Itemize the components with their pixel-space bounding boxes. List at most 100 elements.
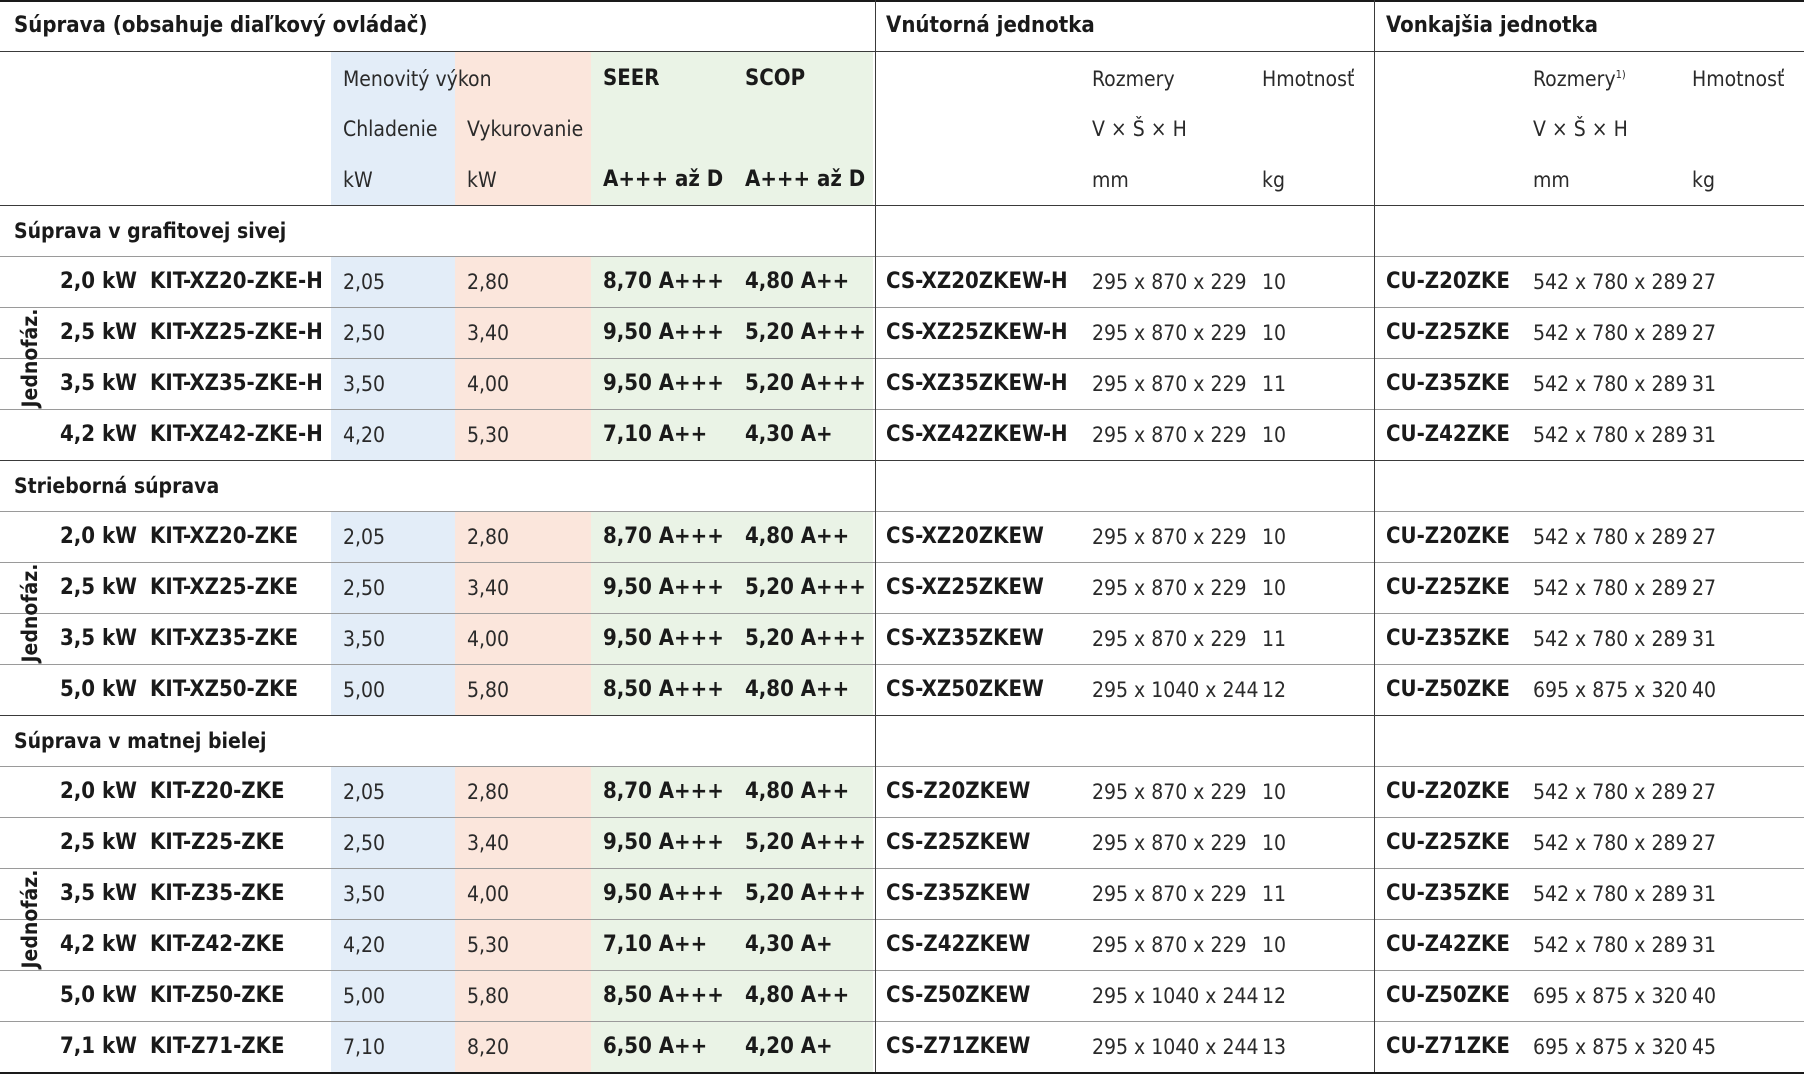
cooling-value: 3,50 xyxy=(343,882,386,906)
outdoor-model-cell: CU-Z20ZKE xyxy=(1386,524,1510,549)
outdoor-weight-unit: kg xyxy=(1692,168,1715,192)
outdoor-model-cell: CU-Z25ZKE xyxy=(1386,830,1510,855)
scop-value: 4,30 A+ xyxy=(745,422,833,447)
footnote-marker: 1) xyxy=(1615,68,1626,81)
indoor-weight-value: 10 xyxy=(1262,270,1287,294)
scop-value: 5,20 A+++ xyxy=(745,320,866,345)
kit-model-cell: KIT-XZ50-ZKE xyxy=(150,677,298,702)
cooling-unit: kW xyxy=(343,168,373,192)
indoor-dims-formula: V × Š × H xyxy=(1092,117,1187,141)
outdoor-weight-value: 45 xyxy=(1692,1035,1717,1059)
outdoor-weight-value: 31 xyxy=(1692,627,1717,651)
outdoor-model-cell: CU-Z71ZKE xyxy=(1386,1034,1510,1059)
kit-model-cell: KIT-XZ35-ZKE-H xyxy=(150,371,323,396)
indoor-model-cell: CS-Z35ZKEW xyxy=(886,881,1031,906)
indoor-dimensions-value: 295 x 870 x 229 xyxy=(1092,423,1247,447)
outdoor-weight-value: 27 xyxy=(1692,780,1717,804)
outdoor-weight-value: 40 xyxy=(1692,984,1717,1008)
outdoor-dimensions-value: 542 x 780 x 289 xyxy=(1533,576,1688,600)
indoor-model-cell: CS-XZ20ZKEW xyxy=(886,524,1044,549)
cooling-value: 2,50 xyxy=(343,321,386,345)
indoor-model-cell: CS-Z20ZKEW xyxy=(886,779,1031,804)
outdoor-model-cell: CU-Z42ZKE xyxy=(1386,422,1510,447)
seer-value: 8,70 A+++ xyxy=(603,524,724,549)
table-row: 4,2 kW KIT-XZ42-ZKE-H 4,20 5,30 7,10 A++ 4,30… xyxy=(0,409,1804,460)
power-cell: 3,5 kW xyxy=(60,626,137,651)
outdoor-dimensions-value: 542 x 780 x 289 xyxy=(1533,321,1688,345)
table-top-line xyxy=(0,0,1804,2)
indoor-dimensions-value: 295 x 1040 x 244 xyxy=(1092,1035,1259,1059)
outdoor-weight-value: 31 xyxy=(1692,933,1717,957)
outdoor-unit-title: Vonkajšia jednotka xyxy=(1386,13,1598,38)
cooling-value: 2,50 xyxy=(343,576,386,600)
indoor-model-cell: CS-XZ25ZKEW-H xyxy=(886,320,1068,345)
kit-model-cell: KIT-Z25-ZKE xyxy=(150,830,285,855)
heating-value: 5,80 xyxy=(467,678,510,702)
kit-model-cell: KIT-XZ42-ZKE-H xyxy=(150,422,323,447)
indoor-model-cell: CS-Z71ZKEW xyxy=(886,1034,1031,1059)
seer-class-range: A+++ až D xyxy=(603,167,724,192)
cooling-value: 4,20 xyxy=(343,423,386,447)
indoor-model-cell: CS-XZ42ZKEW-H xyxy=(886,422,1068,447)
seer-value: 8,50 A+++ xyxy=(603,983,724,1008)
cooling-value: 5,00 xyxy=(343,678,386,702)
outdoor-weight-value: 27 xyxy=(1692,576,1717,600)
outdoor-dimensions-value: 542 x 780 x 289 xyxy=(1533,831,1688,855)
seer-value: 6,50 A++ xyxy=(603,1034,708,1059)
seer-value: 9,50 A+++ xyxy=(603,830,724,855)
indoor-model-cell: CS-XZ50ZKEW xyxy=(886,677,1044,702)
scop-value: 4,80 A++ xyxy=(745,779,850,804)
scop-value: 4,80 A++ xyxy=(745,269,850,294)
heating-value: 5,30 xyxy=(467,423,510,447)
outdoor-dimensions-value: 542 x 780 x 289 xyxy=(1533,423,1688,447)
seer-value: 9,50 A+++ xyxy=(603,575,724,600)
section-title: Súprava v matnej bielej xyxy=(14,729,267,753)
heating-value: 3,40 xyxy=(467,831,510,855)
seer-value: 8,70 A+++ xyxy=(603,779,724,804)
seer-value: 8,70 A+++ xyxy=(603,269,724,294)
indoor-weight-value: 11 xyxy=(1262,882,1287,906)
cooling-value: 2,05 xyxy=(343,270,386,294)
outdoor-dimensions-value: 542 x 780 x 289 xyxy=(1533,372,1688,396)
outdoor-dimensions-value: 542 x 780 x 289 xyxy=(1533,882,1688,906)
table-row: 5,0 kW KIT-Z50-ZKE 5,00 5,80 8,50 A+++ 4,80 A… xyxy=(0,970,1804,1021)
heating-unit: kW xyxy=(467,168,497,192)
scop-value: 5,20 A+++ xyxy=(745,830,866,855)
scop-value: 4,30 A+ xyxy=(745,932,833,957)
seer-value: 9,50 A+++ xyxy=(603,881,724,906)
indoor-dimensions-value: 295 x 870 x 229 xyxy=(1092,882,1247,906)
outdoor-model-cell: CU-Z42ZKE xyxy=(1386,932,1510,957)
outdoor-dimensions-label: Rozmery1) xyxy=(1533,67,1626,91)
power-cell: 2,5 kW xyxy=(60,320,137,345)
scop-class-range: A+++ až D xyxy=(745,167,866,192)
table-row: 3,5 kW KIT-Z35-ZKE 3,50 4,00 9,50 A+++ 5,20 A… xyxy=(0,868,1804,919)
outdoor-weight-label: Hmotnosť xyxy=(1692,67,1785,91)
outdoor-weight-value: 31 xyxy=(1692,423,1717,447)
indoor-weight-value: 11 xyxy=(1262,627,1287,651)
outdoor-weight-value: 27 xyxy=(1692,525,1717,549)
cooling-value: 7,10 xyxy=(343,1035,386,1059)
heating-value: 5,80 xyxy=(467,984,510,1008)
indoor-dimensions-value: 295 x 870 x 229 xyxy=(1092,525,1247,549)
table-row: 7,1 kW KIT-Z71-ZKE 7,10 8,20 6,50 A++ 4,20 A+… xyxy=(0,1021,1804,1072)
kit-model-cell: KIT-XZ20-ZKE xyxy=(150,524,298,549)
table-row: 2,5 kW KIT-XZ25-ZKE 2,50 3,40 9,50 A+++ 5,20 … xyxy=(0,562,1804,613)
scop-value: 4,80 A++ xyxy=(745,677,850,702)
indoor-dimensions-label: Rozmery xyxy=(1092,67,1175,91)
heating-value: 4,00 xyxy=(467,372,510,396)
table-row: 3,5 kW KIT-XZ35-ZKE-H 3,50 4,00 9,50 A+++ 5,2… xyxy=(0,358,1804,409)
heating-value: 3,40 xyxy=(467,321,510,345)
power-cell: 5,0 kW xyxy=(60,677,137,702)
indoor-dims-unit: mm xyxy=(1092,168,1129,192)
indoor-weight-value: 13 xyxy=(1262,1035,1287,1059)
kit-model-cell: KIT-Z42-ZKE xyxy=(150,932,285,957)
indoor-model-cell: CS-XZ25ZKEW xyxy=(886,575,1044,600)
power-cell: 3,5 kW xyxy=(60,881,137,906)
heating-value: 2,80 xyxy=(467,270,510,294)
kit-model-cell: KIT-XZ25-ZKE xyxy=(150,575,298,600)
indoor-unit-title: Vnútorná jednotka xyxy=(886,13,1095,38)
cooling-label: Chladenie xyxy=(343,117,438,141)
outdoor-weight-value: 27 xyxy=(1692,321,1717,345)
scop-value: 4,80 A++ xyxy=(745,983,850,1008)
kit-model-cell: KIT-Z50-ZKE xyxy=(150,983,285,1008)
